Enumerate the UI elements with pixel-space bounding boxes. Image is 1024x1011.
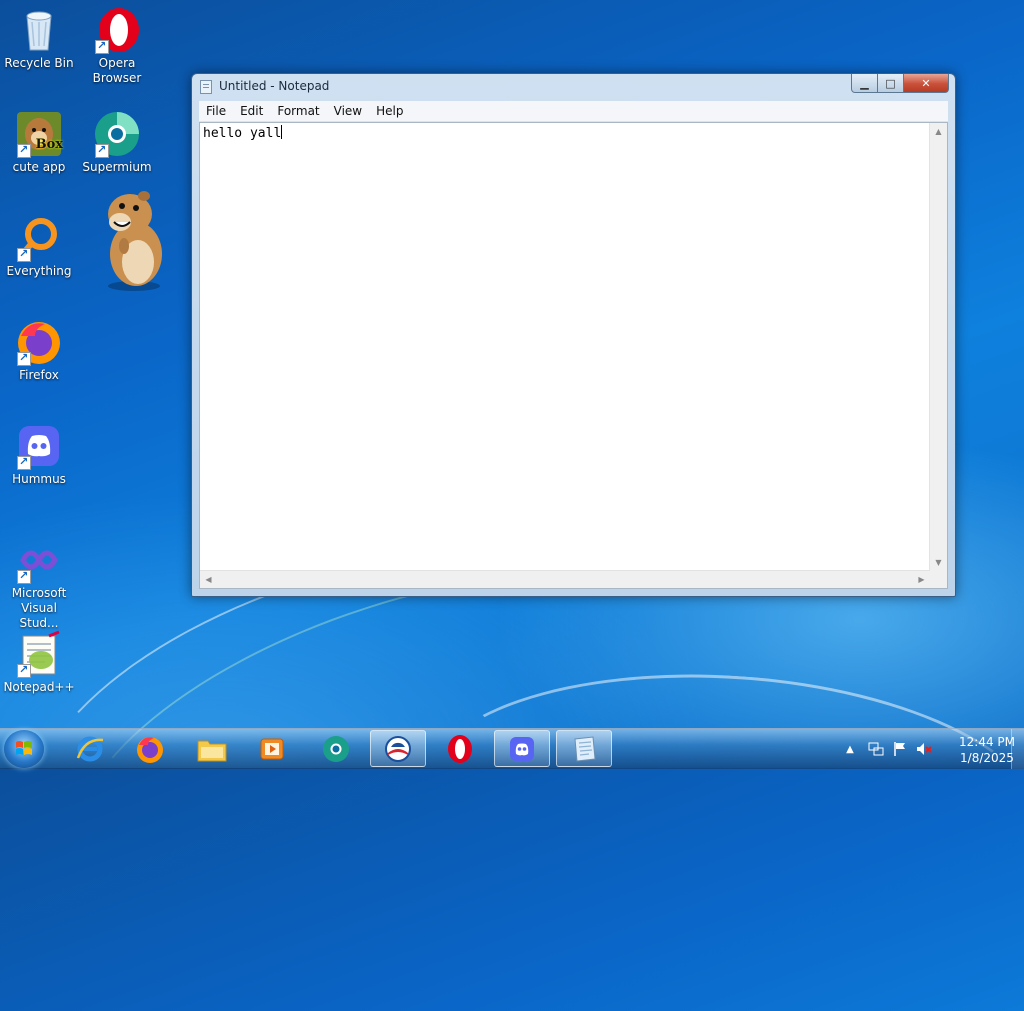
system-tray: ▲ 12:44 PM 1/8/2025: [834, 729, 1024, 769]
taskbar: ▲ 12:44 PM 1/8/2025: [0, 728, 1024, 769]
desktop-icon-label: cute app: [12, 160, 66, 174]
desktop-icon-hummus[interactable]: Hummus: [1, 422, 77, 487]
desktop-icon-cute-app[interactable]: Box cute app: [1, 110, 77, 175]
start-button[interactable]: [4, 730, 44, 768]
text-editor[interactable]: hello yall ▲ ▼ ◀ ▶: [199, 122, 948, 589]
taskbar-firefox[interactable]: [122, 730, 178, 767]
desktop-icon-label: Firefox: [19, 368, 59, 382]
desktop-icon-label: Recycle Bin: [4, 56, 74, 70]
recycle-bin-icon: [15, 6, 63, 54]
discord-icon: [510, 736, 534, 761]
menu-edit[interactable]: Edit: [233, 101, 270, 121]
opera-icon: [448, 734, 472, 763]
menu-bar: File Edit Format View Help: [199, 101, 948, 122]
desktop-icon-visual-studio[interactable]: Microsoft Visual Stud...: [1, 536, 77, 631]
supermium-icon: [323, 735, 349, 762]
shortcut-arrow-icon: [17, 662, 31, 678]
shortcut-arrow-icon: [95, 38, 109, 54]
notepad-icon: [200, 80, 212, 94]
clock-date: 1/8/2025: [960, 751, 1014, 765]
media-player-icon: [260, 738, 284, 759]
minimize-icon: ▁: [860, 76, 869, 90]
supermium-icon: [93, 110, 141, 158]
show-desktop-button[interactable]: [1011, 729, 1024, 769]
clock[interactable]: 12:44 PM 1/8/2025: [957, 734, 1017, 766]
firefox-icon: [137, 736, 163, 763]
box-badge: Box: [35, 137, 63, 152]
discord-icon: [15, 422, 63, 470]
scroll-right-icon[interactable]: ▶: [913, 571, 930, 588]
desktop-icon-label: Hummus: [12, 472, 66, 486]
scroll-down-icon[interactable]: ▼: [930, 554, 947, 571]
maximize-button[interactable]: □: [878, 74, 904, 93]
everything-icon: [15, 214, 63, 262]
desktop-icon-label: Everything: [6, 264, 72, 278]
visual-studio-icon: [15, 536, 63, 584]
taskbar-discord[interactable]: [494, 730, 550, 767]
clock-time: 12:44 PM: [959, 735, 1015, 749]
scroll-left-icon[interactable]: ◀: [200, 571, 217, 588]
windows-logo-icon: [16, 741, 32, 755]
notepad-window[interactable]: Untitled - Notepad ▁ □ ✕ File Edit Forma…: [191, 73, 956, 597]
desktop-icon-label: Opera Browser: [92, 56, 142, 85]
desktop-icon-label: Supermium: [82, 160, 152, 174]
taskbar-supermium[interactable]: [308, 730, 364, 767]
desktop-icon-notepadpp[interactable]: Notepad++: [1, 630, 77, 695]
taskbar-opera[interactable]: [432, 730, 488, 767]
desktop-icon-recycle-bin[interactable]: Recycle Bin: [1, 6, 77, 71]
opera-icon: [93, 6, 141, 54]
taskbar-obama[interactable]: [370, 730, 426, 767]
show-hidden-icons-icon[interactable]: ▲: [842, 741, 858, 757]
obama-logo-icon: [385, 735, 411, 762]
menu-help[interactable]: Help: [369, 101, 410, 121]
network-icon[interactable]: [868, 741, 884, 757]
minimize-button[interactable]: ▁: [851, 74, 878, 93]
shortcut-arrow-icon: [95, 142, 109, 158]
internet-explorer-icon: [76, 736, 104, 761]
menu-file[interactable]: File: [199, 101, 233, 121]
folder-icon: [197, 740, 227, 761]
scroll-up-icon[interactable]: ▲: [930, 123, 947, 140]
volume-muted-icon[interactable]: [916, 741, 932, 757]
vertical-scrollbar[interactable]: ▲ ▼: [929, 123, 947, 571]
desktop-icon-firefox[interactable]: Firefox: [1, 318, 77, 383]
taskbar-internet-explorer[interactable]: [62, 730, 118, 767]
editor-content-line: hello yall: [203, 125, 283, 141]
window-controls: ▁ □ ✕: [851, 74, 949, 93]
shortcut-arrow-icon: [17, 568, 31, 584]
shortcut-arrow-icon: [17, 246, 31, 262]
hamster-desktop-pet[interactable]: [100, 188, 168, 292]
notepad-icon: [574, 735, 596, 762]
horizontal-scrollbar[interactable]: ◀ ▶: [200, 570, 930, 588]
shortcut-arrow-icon: [17, 454, 31, 470]
cute-app-icon: Box: [15, 110, 63, 158]
close-button[interactable]: ✕: [904, 74, 949, 93]
maximize-icon: □: [885, 76, 896, 90]
taskbar-file-explorer[interactable]: [184, 730, 240, 767]
desktop-icon-label: Notepad++: [3, 680, 75, 694]
window-title: Untitled - Notepad: [219, 79, 330, 93]
desktop-icon-opera[interactable]: Opera Browser: [79, 6, 155, 86]
editor-content: hello yall: [203, 126, 282, 141]
action-center-flag-icon[interactable]: [892, 741, 908, 757]
shortcut-arrow-icon: [17, 142, 31, 158]
taskbar-notepad[interactable]: [556, 730, 612, 767]
taskbar-media-player[interactable]: [244, 730, 300, 767]
scrollbar-corner: [930, 571, 947, 588]
notepadpp-icon: [15, 630, 63, 678]
desktop-icon-everything[interactable]: Everything: [1, 214, 77, 279]
desktop-icon-supermium[interactable]: Supermium: [79, 110, 155, 175]
menu-view[interactable]: View: [327, 101, 369, 121]
shortcut-arrow-icon: [17, 350, 31, 366]
menu-format[interactable]: Format: [270, 101, 326, 121]
text-caret: [281, 125, 283, 139]
close-icon: ✕: [921, 76, 931, 90]
title-bar[interactable]: Untitled - Notepad ▁ □ ✕: [192, 74, 955, 100]
firefox-icon: [15, 318, 63, 366]
desktop-icon-label: Microsoft Visual Stud...: [11, 586, 67, 630]
